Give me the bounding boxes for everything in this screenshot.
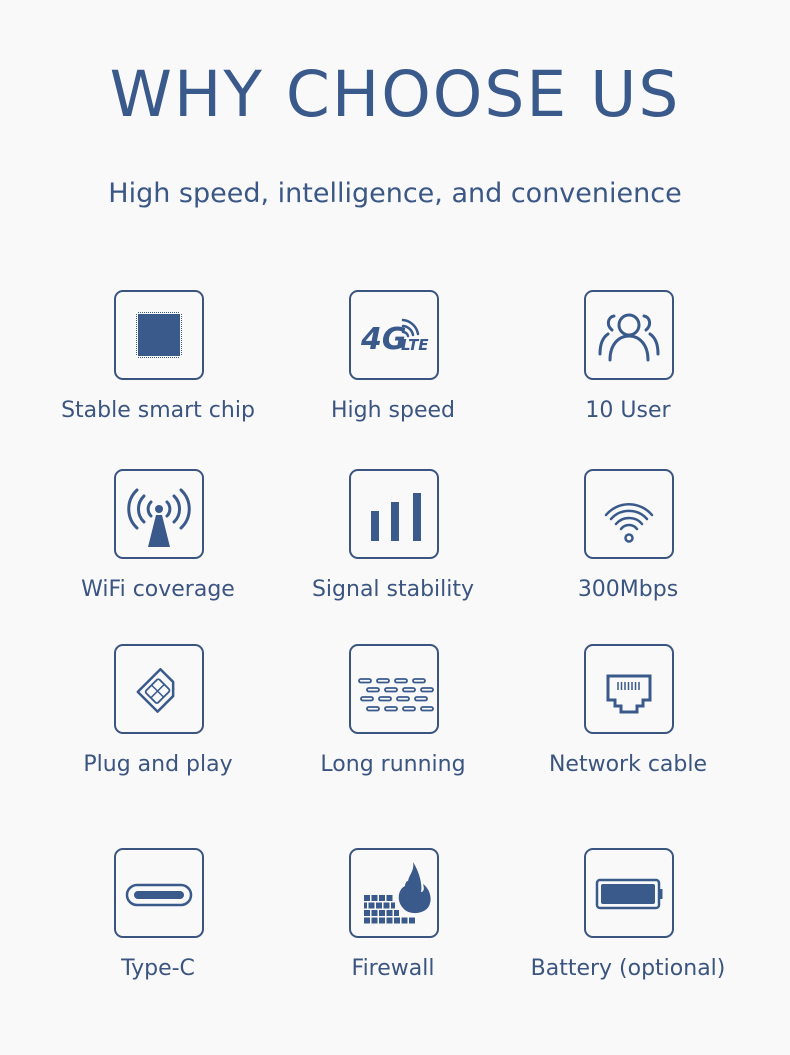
4g-lte-icon: 4G LTE: [360, 318, 429, 357]
users-icon: [598, 313, 660, 362]
icon-box: [349, 469, 439, 559]
feature-label: Battery (optional): [530, 956, 726, 981]
feature-label: Stable smart chip: [61, 398, 255, 423]
wifi-icon: [604, 503, 654, 543]
icon-box: [114, 290, 204, 380]
icon-box: [349, 848, 439, 938]
icon-box: 4G LTE: [349, 290, 439, 380]
feature-label: Plug and play: [83, 752, 233, 777]
feature-label: WiFi coverage: [81, 577, 235, 602]
icon-box: [349, 644, 439, 734]
feature-label: Firewall: [351, 956, 435, 981]
firewall-icon: [364, 862, 431, 924]
feature-label: 10 User: [585, 398, 671, 423]
battery-icon: [595, 878, 663, 910]
page-title: WHY CHOOSE US: [109, 58, 681, 131]
svg-text:LTE: LTE: [401, 336, 429, 354]
icon-box: [114, 469, 204, 559]
feature-label: 300Mbps: [577, 577, 679, 602]
feature-label: Type-C: [121, 956, 195, 981]
feature-label: High speed: [330, 398, 456, 423]
icon-box: [584, 644, 674, 734]
ethernet-port-icon: [606, 674, 652, 714]
page-subtitle: High speed, intelligence, and convenienc…: [108, 178, 682, 209]
icon-box: [584, 469, 674, 559]
icon-box: [584, 290, 674, 380]
broadcast-antenna-icon: [127, 488, 191, 547]
usb-c-icon: [125, 883, 193, 907]
dashes-icon: [358, 678, 434, 712]
icon-box: [114, 644, 204, 734]
signal-bars-icon: [371, 493, 421, 541]
icon-box: [584, 848, 674, 938]
svg-text:4G: 4G: [360, 322, 407, 357]
sim-card-icon: [136, 667, 175, 713]
feature-label: Long running: [320, 752, 466, 777]
feature-label: Network cable: [548, 752, 708, 777]
feature-label: Signal stability: [311, 577, 475, 602]
icon-box: [114, 848, 204, 938]
chip-icon: [136, 312, 182, 358]
